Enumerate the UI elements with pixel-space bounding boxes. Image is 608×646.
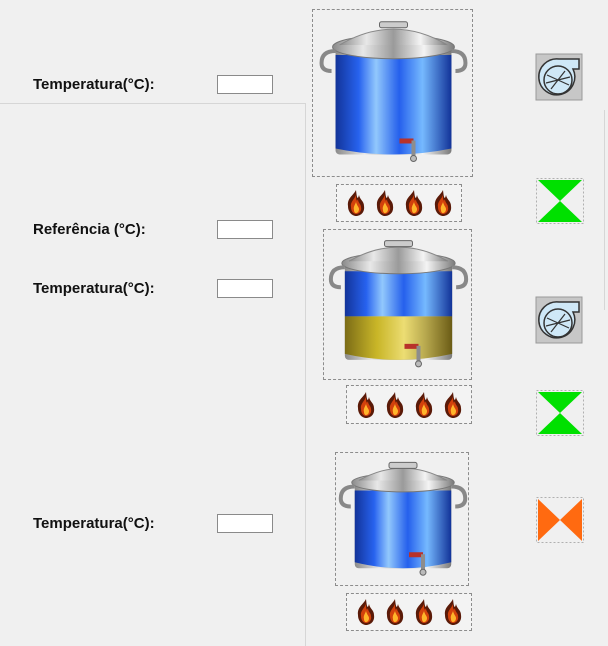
burner-1[interactable]	[336, 184, 462, 222]
valve-icon[interactable]	[536, 390, 584, 436]
burner-2[interactable]	[346, 385, 472, 424]
panel-divider-vertical	[305, 103, 306, 646]
panel-divider-right	[604, 110, 605, 310]
pot-icon	[328, 240, 469, 368]
mash-tun-pot[interactable]	[323, 229, 472, 380]
flame-icon	[444, 599, 461, 625]
temperature-label-3: Temperatura(°C):	[33, 515, 155, 532]
pump-icon[interactable]	[535, 296, 583, 344]
reference-label: Referência (°C):	[33, 221, 146, 238]
temperature-label-2: Temperatura(°C):	[33, 280, 155, 297]
flame-icon	[347, 190, 364, 216]
flame-icon	[405, 190, 422, 216]
flame-icon	[415, 391, 432, 418]
pot-icon	[338, 461, 468, 576]
reference-field[interactable]	[217, 220, 273, 239]
temperature-field-3[interactable]	[217, 514, 273, 533]
pump-icon[interactable]	[535, 53, 583, 101]
temperature-field-1[interactable]	[217, 75, 273, 94]
flame-icon	[357, 599, 374, 625]
flame-icon	[434, 190, 451, 216]
flame-icon	[386, 599, 403, 625]
flame-icon	[376, 190, 393, 216]
valve-icon[interactable]	[536, 178, 584, 224]
boil-kettle-pot[interactable]	[335, 452, 469, 586]
temperature-field-2[interactable]	[217, 279, 273, 298]
flame-icon	[415, 599, 432, 625]
flame-icon	[444, 391, 461, 418]
temperature-label-1: Temperatura(°C):	[33, 76, 155, 93]
panel-divider-horizontal	[0, 103, 306, 104]
hot-liquor-tank-pot[interactable]	[312, 9, 473, 177]
valve-icon[interactable]	[536, 497, 584, 543]
pot-icon	[319, 21, 468, 162]
burner-3[interactable]	[346, 593, 472, 631]
flame-icon	[357, 391, 374, 418]
flame-icon	[386, 391, 403, 418]
